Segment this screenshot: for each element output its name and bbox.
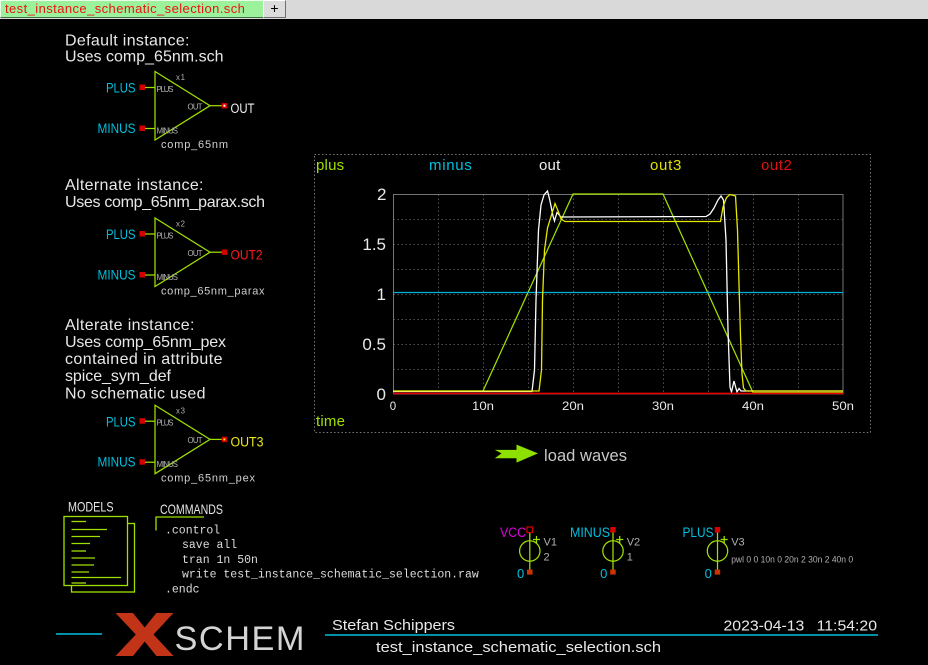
- svg-text:x2: x2: [176, 220, 185, 229]
- svg-text:comp_65nm_pex: comp_65nm_pex: [161, 473, 256, 485]
- svg-text:.endc: .endc: [165, 584, 200, 597]
- svg-text:50n: 50n: [832, 401, 854, 413]
- svg-text:.control: .control: [165, 524, 220, 537]
- svg-text:0: 0: [517, 566, 524, 581]
- svg-text:Alternate instance:: Alternate instance:: [65, 177, 204, 194]
- svg-text:MINUS: MINUS: [98, 268, 136, 283]
- svg-text:tran 1n 50n: tran 1n 50n: [182, 554, 258, 567]
- svg-text:out2: out2: [761, 157, 792, 174]
- svg-text:pwl 0 0 10n 0 20n 2 30n 2 40n: pwl 0 0 10n 0 20n 2 30n 2 40n 0: [731, 555, 853, 566]
- svg-text:OUT: OUT: [188, 436, 203, 445]
- svg-text:MINUS: MINUS: [157, 460, 179, 469]
- svg-text:PLUS: PLUS: [157, 85, 174, 94]
- svg-text:10n: 10n: [472, 401, 494, 413]
- svg-text:PLUS: PLUS: [157, 419, 174, 428]
- svg-text:x3: x3: [176, 407, 185, 416]
- svg-text:comp_65nm: comp_65nm: [161, 139, 228, 151]
- svg-text:V2: V2: [627, 537, 640, 549]
- svg-text:PLUS: PLUS: [683, 525, 714, 540]
- svg-text:MINUS: MINUS: [157, 127, 179, 136]
- svg-text:V3: V3: [731, 537, 744, 549]
- svg-text:0: 0: [600, 566, 607, 581]
- svg-text:MINUS: MINUS: [98, 121, 136, 136]
- svg-text:1: 1: [627, 552, 633, 564]
- svg-text:1.5: 1.5: [362, 235, 386, 254]
- svg-text:40n: 40n: [742, 401, 764, 413]
- svg-text:20n: 20n: [562, 401, 584, 413]
- svg-text:0: 0: [377, 385, 386, 404]
- svg-text:time: time: [316, 413, 345, 430]
- svg-text:load waves: load waves: [544, 447, 627, 465]
- svg-text:Uses comp_65nm_pex: Uses comp_65nm_pex: [65, 334, 226, 351]
- svg-text:1: 1: [377, 285, 386, 304]
- svg-text:write test_instance_schematic_: write test_instance_schematic_selection.…: [182, 569, 479, 582]
- svg-text:MODELS: MODELS: [68, 499, 114, 515]
- svg-text:MINUS: MINUS: [98, 455, 136, 470]
- svg-text:OUT: OUT: [231, 101, 255, 116]
- svg-text:30n: 30n: [652, 401, 674, 413]
- svg-text:VCC: VCC: [500, 525, 526, 540]
- svg-text:OUT2: OUT2: [231, 247, 263, 262]
- svg-text:out3: out3: [650, 157, 682, 174]
- svg-text:x1: x1: [176, 73, 185, 82]
- svg-text:out: out: [539, 157, 561, 174]
- svg-text:save all: save all: [182, 539, 237, 552]
- svg-text:contained in attribute: contained in attribute: [65, 351, 223, 368]
- svg-text:V1: V1: [544, 537, 557, 549]
- svg-text:2: 2: [377, 185, 386, 204]
- svg-text:minus: minus: [429, 157, 472, 174]
- svg-text:test_instance_schematic_select: test_instance_schematic_selection.sch: [376, 639, 661, 656]
- svg-text:plus: plus: [316, 157, 344, 174]
- svg-text:comp_65nm_parax: comp_65nm_parax: [161, 286, 265, 298]
- svg-text:Default instance:: Default instance:: [65, 33, 190, 50]
- svg-text:MINUS: MINUS: [157, 273, 179, 282]
- svg-text:COMMANDS: COMMANDS: [160, 501, 223, 517]
- svg-text:OUT: OUT: [188, 249, 203, 258]
- svg-text:2023-04-13 11:54:20: 2023-04-13 11:54:20: [724, 618, 878, 635]
- svg-text:spice_sym_def: spice_sym_def: [65, 368, 172, 385]
- svg-text:OUT3: OUT3: [231, 435, 264, 450]
- svg-text:No schematic used: No schematic used: [65, 385, 206, 402]
- svg-text:SCHEM: SCHEM: [175, 620, 305, 658]
- svg-text:OUT: OUT: [188, 103, 203, 112]
- svg-text:Uses comp_65nm.sch: Uses comp_65nm.sch: [65, 48, 224, 65]
- svg-text:PLUS: PLUS: [106, 227, 136, 242]
- svg-text:2: 2: [544, 552, 550, 564]
- svg-text:PLUS: PLUS: [157, 232, 174, 241]
- svg-text:0: 0: [390, 401, 396, 413]
- svg-text:Alterate instance:: Alterate instance:: [65, 317, 195, 334]
- svg-text:MINUS: MINUS: [570, 525, 610, 540]
- svg-text:0: 0: [705, 566, 712, 581]
- svg-text:PLUS: PLUS: [106, 414, 136, 429]
- svg-text:Stefan Schippers: Stefan Schippers: [332, 617, 455, 634]
- svg-text:Uses comp_65nm_parax.sch: Uses comp_65nm_parax.sch: [65, 194, 265, 211]
- svg-text:0.5: 0.5: [362, 335, 386, 354]
- svg-text:PLUS: PLUS: [106, 81, 136, 96]
